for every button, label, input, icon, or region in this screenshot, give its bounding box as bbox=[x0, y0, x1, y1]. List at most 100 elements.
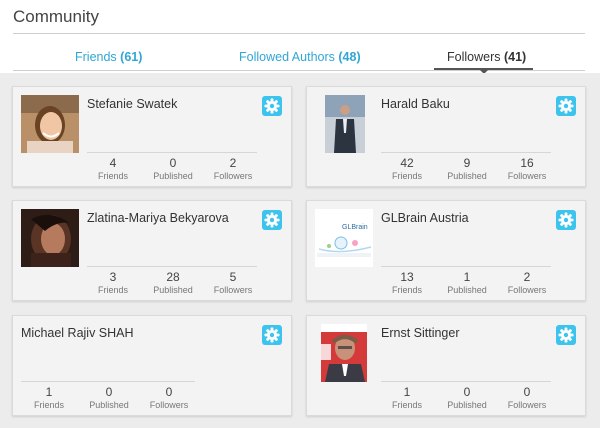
gear-icon bbox=[558, 98, 574, 114]
tab-followed-authors[interactable]: Followed Authors (48) bbox=[239, 50, 361, 64]
avatar[interactable] bbox=[321, 324, 367, 382]
follower-card[interactable]: GLBrain GLBrain Austria 13 Friends 1 Publi… bbox=[306, 200, 586, 301]
stat-published[interactable]: 9 Published bbox=[437, 156, 497, 182]
stat-label: Followers bbox=[507, 285, 547, 295]
stat-friends[interactable]: 1 Friends bbox=[377, 385, 437, 411]
avatar-photo bbox=[321, 324, 367, 382]
page-title: Community bbox=[13, 7, 99, 26]
stat-label: Published bbox=[447, 171, 487, 181]
settings-gear-button[interactable] bbox=[556, 210, 576, 230]
avatar[interactable]: GLBrain bbox=[315, 209, 373, 267]
avatar-photo bbox=[21, 209, 79, 267]
stats-divider bbox=[381, 381, 551, 382]
title-divider bbox=[13, 33, 585, 34]
tab-count: (61) bbox=[120, 50, 143, 64]
stat-value: 0 bbox=[105, 385, 113, 399]
stat-value: 13 bbox=[400, 270, 414, 284]
card-name[interactable]: Michael Rajiv SHAH bbox=[21, 326, 134, 340]
stat-published[interactable]: 0 Published bbox=[437, 385, 497, 411]
stat-label: Followers bbox=[213, 285, 253, 295]
glbrain-logo: GLBrain bbox=[315, 209, 373, 267]
stat-value: 3 bbox=[109, 270, 117, 284]
settings-gear-button[interactable] bbox=[262, 325, 282, 345]
stat-value: 0 bbox=[463, 385, 471, 399]
settings-gear-button[interactable] bbox=[556, 96, 576, 116]
card-name[interactable]: Ernst Sittinger bbox=[381, 326, 460, 340]
card-name[interactable]: Harald Baku bbox=[381, 97, 450, 111]
stat-label: Followers bbox=[213, 171, 253, 181]
card-name[interactable]: Zlatina-Mariya Bekyarova bbox=[87, 211, 229, 225]
stat-label: Friends bbox=[391, 285, 422, 295]
tab-followers[interactable]: Followers (41) bbox=[447, 50, 526, 64]
stat-label: Published bbox=[153, 285, 193, 295]
stat-value: 42 bbox=[400, 156, 414, 170]
stats-divider bbox=[381, 266, 551, 267]
gear-icon bbox=[264, 212, 280, 228]
stat-label: Published bbox=[153, 171, 193, 181]
gear-icon bbox=[264, 98, 280, 114]
stat-friends[interactable]: 1 Friends bbox=[19, 385, 79, 411]
stat-published[interactable]: 0 Published bbox=[143, 156, 203, 182]
stat-published[interactable]: 28 Published bbox=[143, 270, 203, 296]
stat-friends[interactable]: 4 Friends bbox=[83, 156, 143, 182]
gear-icon bbox=[558, 327, 574, 343]
tab-count: (48) bbox=[338, 50, 361, 64]
stat-published[interactable]: 1 Published bbox=[437, 270, 497, 296]
stat-label: Published bbox=[447, 400, 487, 410]
tab-friends[interactable]: Friends (61) bbox=[75, 50, 142, 64]
stat-value: 9 bbox=[463, 156, 471, 170]
community-tabs: Friends (61) Followed Authors (48) Follo… bbox=[13, 40, 585, 74]
stat-label: Friends bbox=[391, 400, 422, 410]
stat-value: 1 bbox=[45, 385, 53, 399]
stat-value: 0 bbox=[165, 385, 173, 399]
stat-friends[interactable]: 42 Friends bbox=[377, 156, 437, 182]
stat-followers[interactable]: 16 Followers bbox=[497, 156, 557, 182]
stat-label: Friends bbox=[391, 171, 422, 181]
stat-followers[interactable]: 0 Followers bbox=[497, 385, 557, 411]
stat-followers[interactable]: 0 Followers bbox=[139, 385, 199, 411]
settings-gear-button[interactable] bbox=[556, 325, 576, 345]
card-name[interactable]: GLBrain Austria bbox=[381, 211, 469, 225]
stat-value: 2 bbox=[229, 156, 237, 170]
settings-gear-button[interactable] bbox=[262, 96, 282, 116]
follower-card[interactable]: Michael Rajiv SHAH 1 Friends 0 Published 0… bbox=[12, 315, 292, 416]
follower-card[interactable]: Ernst Sittinger 1 Friends 0 Published 0 Fol… bbox=[306, 315, 586, 416]
stat-value: 5 bbox=[229, 270, 237, 284]
follower-card[interactable]: Zlatina-Mariya Bekyarova 3 Friends 28 Publ… bbox=[12, 200, 292, 301]
gear-icon bbox=[264, 327, 280, 343]
stat-label: Published bbox=[89, 400, 129, 410]
avatar[interactable] bbox=[325, 95, 365, 153]
stat-value: 1 bbox=[463, 270, 471, 284]
avatar-photo bbox=[325, 95, 365, 153]
stat-label: Followers bbox=[149, 400, 189, 410]
stat-value: 0 bbox=[523, 385, 531, 399]
tab-label: Friends bbox=[75, 50, 117, 64]
stat-value: 4 bbox=[109, 156, 117, 170]
stat-followers[interactable]: 2 Followers bbox=[497, 270, 557, 296]
stats-divider bbox=[87, 266, 257, 267]
stat-value: 0 bbox=[169, 156, 177, 170]
follower-card[interactable]: Stefanie Swatek 4 Friends 0 Published 2 Fol… bbox=[12, 86, 292, 187]
tab-label: Followed Authors bbox=[239, 50, 335, 64]
stat-followers[interactable]: 2 Followers bbox=[203, 156, 263, 182]
stat-published[interactable]: 0 Published bbox=[79, 385, 139, 411]
stat-followers[interactable]: 5 Followers bbox=[203, 270, 263, 296]
avatar-photo bbox=[21, 95, 79, 153]
stat-friends[interactable]: 13 Friends bbox=[377, 270, 437, 296]
stat-label: Friends bbox=[33, 400, 64, 410]
avatar[interactable] bbox=[21, 95, 79, 153]
stat-value: 16 bbox=[520, 156, 534, 170]
settings-gear-button[interactable] bbox=[262, 210, 282, 230]
stat-label: Published bbox=[447, 285, 487, 295]
avatar[interactable] bbox=[21, 209, 79, 267]
card-name[interactable]: Stefanie Swatek bbox=[87, 97, 177, 111]
stat-label: Friends bbox=[97, 171, 128, 181]
tab-count: (41) bbox=[503, 50, 527, 64]
stats-divider bbox=[87, 152, 257, 153]
stats-divider bbox=[21, 381, 195, 382]
follower-card[interactable]: Harald Baku 42 Friends 9 Published 16 Follo… bbox=[306, 86, 586, 187]
stat-friends[interactable]: 3 Friends bbox=[83, 270, 143, 296]
stat-label: Followers bbox=[507, 400, 547, 410]
stat-value: 2 bbox=[523, 270, 531, 284]
stat-label: Friends bbox=[97, 285, 128, 295]
